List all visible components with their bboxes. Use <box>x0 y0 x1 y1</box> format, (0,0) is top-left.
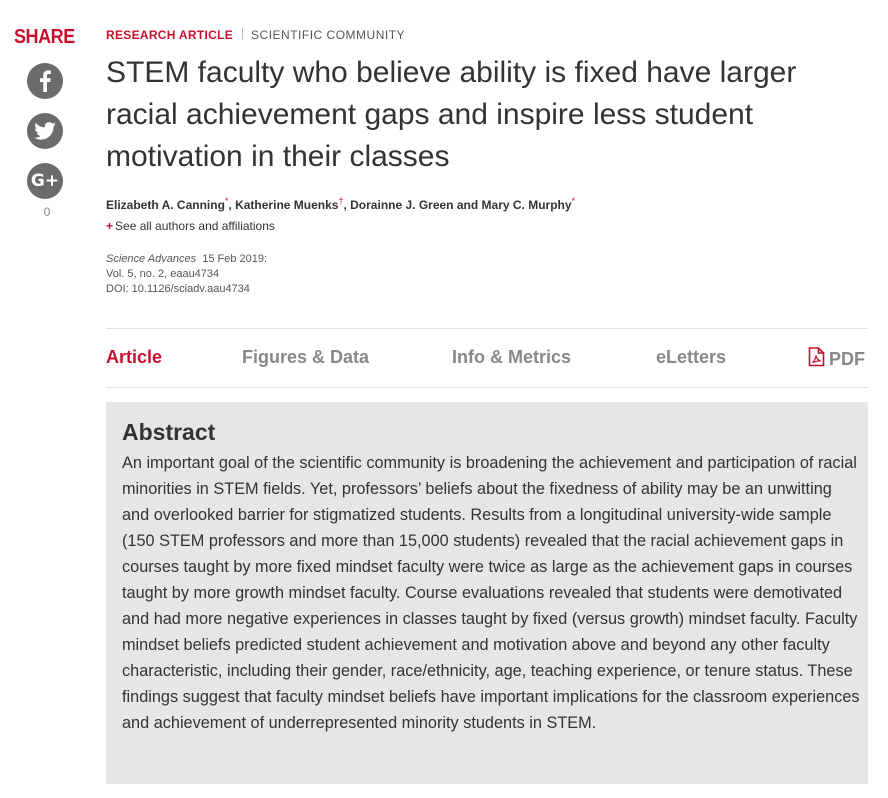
tab-figures-data[interactable]: Figures & Data <box>242 347 369 368</box>
author-name[interactable]: Dorainne J. Green <box>350 198 453 212</box>
article-title: STEM faculty who believe ability is fixe… <box>106 56 797 173</box>
author-list: Elizabeth A. Canning*, Katherine Muenks†… <box>106 196 575 212</box>
article-kicker: RESEARCH ARTICLE SCIENTIFIC COMMUNITY <box>106 28 405 42</box>
kicker-divider <box>242 28 244 40</box>
share-rail: SHARE G+ 0 <box>14 26 78 219</box>
google-plus-icon: G+ <box>30 171 60 191</box>
facebook-icon <box>38 70 52 92</box>
doi[interactable]: DOI: 10.1126/sciadv.aau4734 <box>106 282 267 297</box>
facebook-share-button[interactable] <box>27 63 63 99</box>
tab-pdf[interactable]: PDF <box>808 347 865 372</box>
author-name[interactable]: Elizabeth A. Canning <box>106 198 225 212</box>
plus-icon: + <box>106 219 114 233</box>
tab-eletters[interactable]: eLetters <box>656 347 726 368</box>
author-separator: and <box>453 198 482 212</box>
twitter-icon <box>34 122 56 140</box>
google-plus-share-button[interactable]: G+ <box>27 163 63 199</box>
tab-info-metrics[interactable]: Info & Metrics <box>452 347 571 368</box>
share-count: 0 <box>43 205 51 219</box>
author-name[interactable]: Mary C. Murphy <box>482 198 572 212</box>
share-label: SHARE <box>14 26 75 48</box>
abstract-heading: Abstract <box>122 419 216 445</box>
abstract-text: An important goal of the scientific comm… <box>122 454 860 732</box>
tab-pdf-label: PDF <box>829 349 865 369</box>
abstract-box: Abstract An important goal of the scient… <box>106 402 868 784</box>
author-name[interactable]: Katherine Muenks <box>235 198 338 212</box>
author-mark: * <box>571 196 576 206</box>
article-type: RESEARCH ARTICLE <box>106 28 234 42</box>
twitter-share-button[interactable] <box>27 113 63 149</box>
article-section[interactable]: SCIENTIFIC COMMUNITY <box>251 28 405 42</box>
pdf-icon <box>808 347 825 372</box>
see-all-label: See all authors and affiliations <box>115 219 275 233</box>
journal-name: Science Advances <box>106 253 197 265</box>
tab-article[interactable]: Article <box>106 347 162 368</box>
publication-date: 15 Feb 2019: <box>202 253 268 265</box>
citation-block: Science Advances 15 Feb 2019: Vol. 5, no… <box>106 252 267 297</box>
volume-info: Vol. 5, no. 2, eaau4734 <box>106 268 220 280</box>
article-tabs: Article Figures & Data Info & Metrics eL… <box>106 328 868 388</box>
see-all-authors-link[interactable]: + See all authors and affiliations <box>106 219 275 233</box>
